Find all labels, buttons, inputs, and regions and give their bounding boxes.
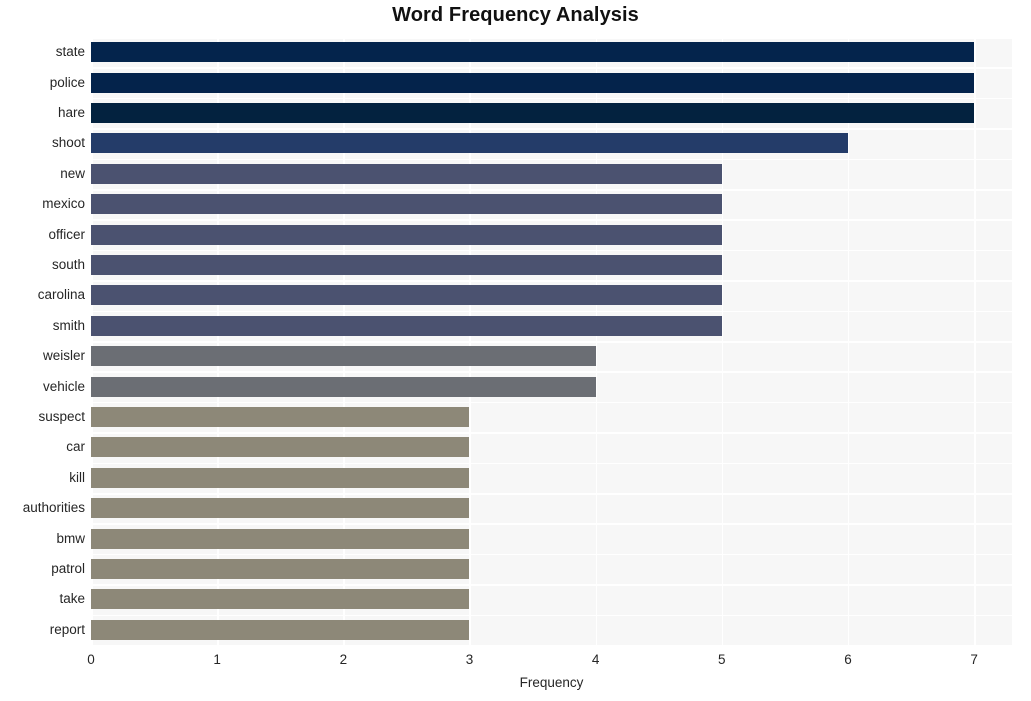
x-axis-tick-label: 4 [591, 652, 600, 667]
gridline-horizontal [91, 401, 1012, 404]
gridline-horizontal [91, 219, 1012, 221]
bar[interactable] [91, 467, 470, 488]
x-axis-tick-label: 2 [339, 652, 348, 667]
gridline-horizontal [91, 493, 1012, 495]
y-axis-tick-label: bmw [56, 530, 85, 546]
bar[interactable] [91, 255, 722, 275]
gridline-horizontal [91, 158, 1012, 161]
y-axis-tick-label: patrol [51, 561, 85, 576]
bar[interactable] [91, 194, 722, 215]
gridline-horizontal [91, 553, 1012, 556]
plot-area [91, 37, 1012, 645]
gridline-horizontal [91, 432, 1012, 434]
bar[interactable] [91, 498, 470, 519]
bar[interactable] [91, 72, 975, 93]
bar[interactable] [91, 559, 470, 579]
gridline-horizontal [91, 280, 1012, 282]
x-axis-tick-label: 1 [213, 652, 221, 667]
bar[interactable] [91, 407, 470, 427]
gridline-horizontal [91, 523, 1012, 525]
x-axis-title: Frequency [519, 675, 584, 690]
chart-figure: Word Frequency Analysis state police hare s… [0, 0, 1031, 701]
gridline-horizontal [91, 614, 1012, 617]
y-axis-tick-labels: state police hare shoot new mexico officer sout… [0, 37, 85, 645]
gridline-horizontal [91, 371, 1012, 373]
bar[interactable] [91, 346, 596, 367]
y-axis-tick-label: new [60, 165, 85, 181]
gridline-horizontal [91, 189, 1012, 191]
y-axis-tick-label: hare [57, 105, 85, 120]
gridline-horizontal [91, 310, 1012, 313]
x-axis-tick-label: 0 [87, 652, 95, 667]
bar[interactable] [91, 619, 470, 640]
y-axis-tick-label: weisler [42, 348, 85, 364]
y-axis-tick-label: vehicle [42, 378, 85, 394]
bar[interactable] [91, 376, 596, 397]
x-axis-tick-label: 5 [718, 652, 726, 667]
gridline-horizontal [91, 37, 1012, 39]
y-axis-tick-label: south [51, 257, 85, 272]
x-axis-tick-label: 6 [844, 652, 852, 667]
bar[interactable] [91, 224, 722, 245]
bar[interactable] [91, 589, 470, 610]
bar[interactable] [91, 315, 722, 336]
y-axis-tick-label: take [59, 591, 85, 607]
y-axis-tick-label: smith [52, 317, 85, 333]
bar[interactable] [91, 285, 722, 306]
x-axis-tick-labels: 0 1 2 3 4 5 6 7 [0, 652, 1031, 672]
y-axis-tick-label: state [55, 44, 85, 60]
bar[interactable] [91, 103, 975, 123]
gridline-horizontal [91, 67, 1012, 69]
y-axis-tick-label: kill [69, 469, 85, 485]
y-axis-tick-label: shoot [51, 135, 85, 151]
x-axis-tick-label: 7 [970, 652, 978, 667]
y-axis-tick-label: police [49, 74, 85, 90]
gridline-horizontal [91, 97, 1012, 100]
y-axis-tick-label: report [49, 621, 85, 637]
x-axis-tick-label: 3 [465, 652, 474, 667]
bar[interactable] [91, 133, 848, 154]
bar[interactable] [91, 437, 470, 458]
gridline-horizontal [91, 341, 1012, 343]
bar[interactable] [91, 163, 722, 184]
y-axis-tick-label: carolina [37, 287, 85, 303]
y-axis-tick-label: mexico [42, 196, 85, 212]
chart-title: Word Frequency Analysis [392, 4, 639, 26]
y-axis-tick-label: car [66, 439, 85, 455]
bar[interactable] [91, 528, 470, 549]
gridline-horizontal [91, 584, 1012, 586]
gridline-horizontal [91, 249, 1012, 252]
y-axis-tick-label: suspect [38, 409, 85, 424]
y-axis-tick-label: authorities [22, 500, 85, 516]
y-axis-tick-label: officer [48, 226, 85, 242]
bar[interactable] [91, 42, 975, 63]
gridline-horizontal [91, 128, 1012, 130]
gridline-horizontal [91, 462, 1012, 465]
